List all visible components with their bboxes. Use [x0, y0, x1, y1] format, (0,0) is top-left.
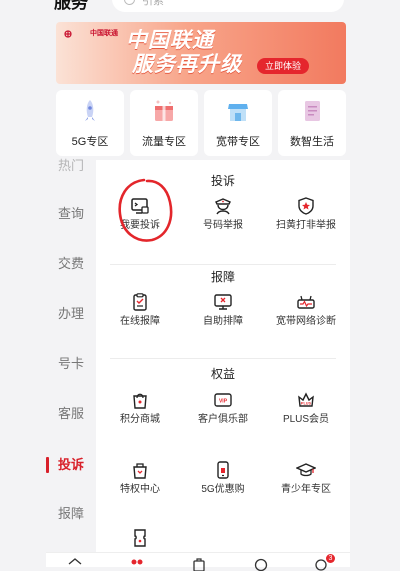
item-label: 自助排障	[203, 316, 243, 327]
quick-entry-broadband[interactable]: 宽带专区	[204, 90, 272, 156]
bottom-tab-bar	[46, 552, 350, 571]
search-input[interactable]: 引索	[112, 0, 344, 12]
unicom-logo-icon	[64, 30, 72, 38]
promo-banner[interactable]: 中国联通 中国联通 服务再升级 立即体验	[56, 22, 346, 84]
item-label: 特权中心	[120, 484, 160, 495]
item-5g-discount[interactable]: 5G优惠购	[181, 460, 265, 496]
notification-badge: 3	[326, 554, 335, 563]
category-sidebar: 热门 查询 交费 办理 号卡 客服 投诉 报障	[46, 158, 96, 566]
item-label: 扫黄打非举报	[276, 220, 336, 231]
ticket-icon	[134, 529, 146, 547]
item-privilege-center[interactable]: 特权中心	[98, 460, 182, 496]
svg-text:VIP: VIP	[219, 399, 228, 405]
quick-entry-data[interactable]: 流量专区	[130, 90, 198, 156]
item-youth-zone[interactable]: 青少年专区	[264, 460, 348, 496]
bag-tab-icon[interactable]	[192, 557, 206, 571]
banner-headline-2: 服务再升级	[132, 53, 242, 76]
sidebar-item-sim-card[interactable]: 号卡	[46, 356, 96, 372]
item-label: 积分商城	[120, 414, 160, 425]
banner-headline-1: 中国联通	[126, 29, 214, 52]
item-label: 宽带网络诊断	[276, 316, 336, 327]
search-placeholder: 引索	[142, 0, 164, 7]
item-label: 5G优惠购	[201, 484, 245, 495]
rocket-icon	[85, 100, 95, 121]
quick-entry-smart-life[interactable]: 数智生活	[278, 90, 346, 156]
top-bar: 服务 引索	[0, 0, 400, 16]
item-ticket[interactable]	[98, 528, 182, 548]
item-plus-member[interactable]: PLUS PLUS会员	[264, 390, 348, 426]
quick-entry-row: 5G专区 流量专区 宽带专区 数智生活	[56, 90, 346, 156]
section-title-fault: 报障	[210, 270, 235, 284]
sidebar-item-complaint[interactable]: 投诉	[46, 457, 96, 473]
section-title-benefits: 权益	[210, 367, 235, 381]
item-label: 在线报障	[120, 316, 160, 327]
sidebar-item-handle[interactable]: 办理	[46, 306, 96, 322]
document-icon	[305, 101, 320, 121]
graduation-cap-icon	[296, 463, 316, 477]
item-self-troubleshoot[interactable]: 自助排障	[181, 292, 265, 328]
item-label: 青少年专区	[281, 484, 331, 495]
section-divider	[110, 358, 336, 359]
shopping-bag-icon	[133, 393, 147, 409]
quick-entry-label: 数智生活	[290, 136, 334, 148]
monitor-tool-icon	[214, 294, 232, 310]
quick-entry-label: 宽带专区	[216, 136, 260, 148]
item-label: PLUS会员	[282, 414, 330, 425]
quick-entry-label: 5G专区	[71, 136, 109, 148]
discover-tab-icon[interactable]	[254, 557, 268, 571]
shop-icon	[228, 104, 248, 121]
phone-icon	[217, 461, 229, 479]
clipboard-icon	[133, 293, 147, 311]
item-online-fault-report[interactable]: 在线报障	[98, 292, 182, 328]
router-pulse-icon	[297, 295, 315, 309]
item-anti-porn-report[interactable]: 扫黄打非举报	[264, 196, 348, 232]
sidebar-item-query[interactable]: 查询	[46, 206, 96, 222]
gift-box-icon	[155, 100, 173, 121]
service-tab-icon[interactable]	[130, 557, 144, 571]
sidebar-item-customer-service[interactable]: 客服	[46, 406, 96, 422]
search-icon	[124, 0, 135, 5]
item-label: 号码举报	[203, 220, 243, 231]
banner-cta-button[interactable]: 立即体验	[257, 58, 309, 74]
section-divider	[110, 264, 336, 265]
red-circle-annotation	[118, 178, 173, 242]
sidebar-item-hot[interactable]: 热门	[46, 158, 96, 174]
quick-entry-5g[interactable]: 5G专区	[56, 90, 124, 156]
page-title: 服务	[54, 0, 88, 12]
vip-card-icon: VIP	[214, 393, 232, 407]
sidebar-item-fault-report[interactable]: 报障	[46, 506, 96, 522]
item-customer-club[interactable]: VIP 客户俱乐部	[181, 390, 265, 426]
banner-brand: 中国联通	[90, 30, 118, 37]
svg-text:PLUS: PLUS	[301, 402, 312, 406]
item-label: 客户俱乐部	[198, 414, 248, 425]
sidebar-item-payment[interactable]: 交费	[46, 256, 96, 272]
privilege-bag-icon	[133, 463, 147, 479]
item-number-report[interactable]: 号码举报	[181, 196, 265, 232]
item-points-mall[interactable]: 积分商城	[98, 390, 182, 426]
quick-entry-label: 流量专区	[142, 136, 186, 148]
crown-icon: PLUS	[298, 392, 314, 407]
item-broadband-diagnosis[interactable]: 宽带网络诊断	[264, 292, 348, 328]
home-tab-icon[interactable]	[68, 557, 82, 571]
shield-star-icon	[298, 197, 314, 215]
officer-icon	[215, 198, 231, 215]
